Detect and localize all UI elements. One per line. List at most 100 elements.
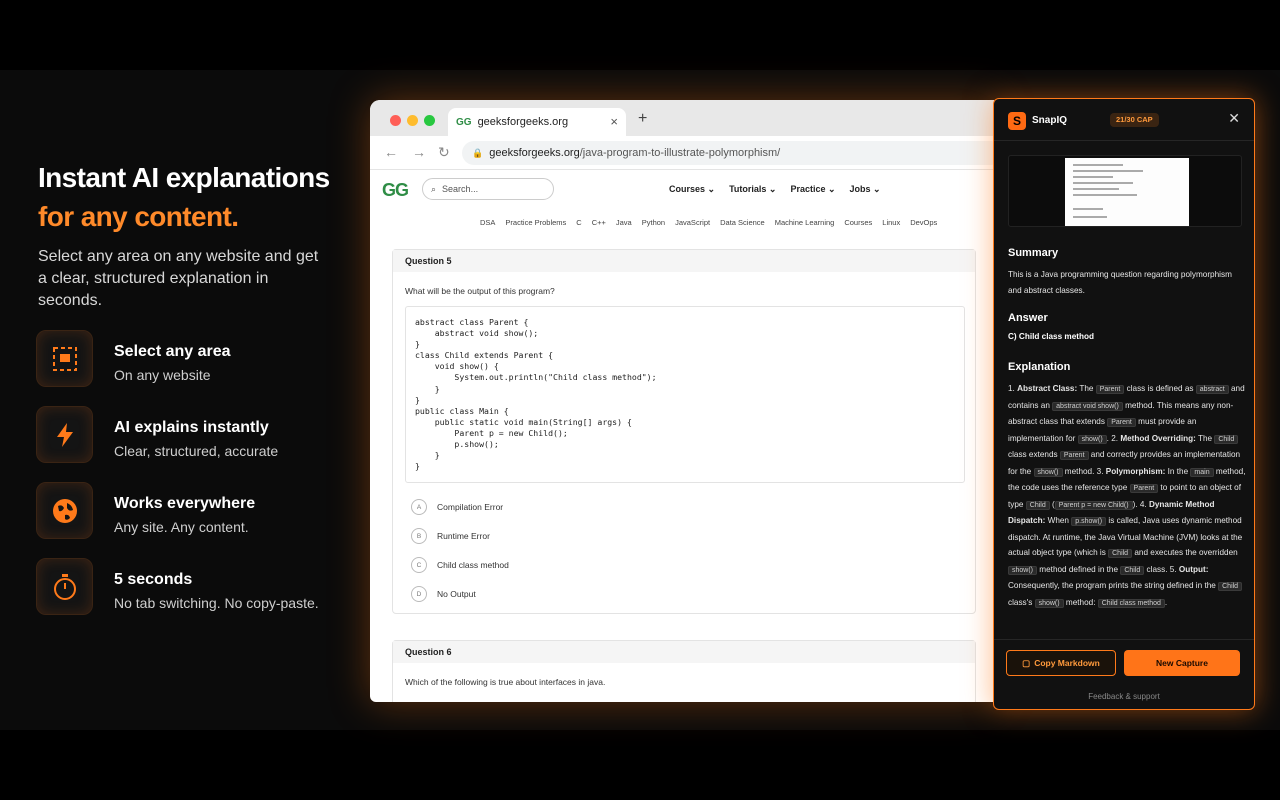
browser-window: GG geeksforgeeks.org × + ← → ↻ 🔒 geeksfo… <box>370 100 994 702</box>
option-b[interactable]: B Runtime Error <box>393 528 975 557</box>
feature-subtitle: On any website <box>114 367 211 383</box>
hero-title: Instant AI explanations for any content. <box>38 158 358 236</box>
menu-courses[interactable]: Courses <box>669 184 715 195</box>
question-text: What will be the output of this program? <box>405 286 555 296</box>
usage-cap-badge: 21/30 CAP <box>1110 113 1159 127</box>
site-menu: Courses Tutorials Practice Jobs <box>669 184 881 195</box>
feature-title: 5 seconds <box>114 571 193 588</box>
search-icon: ⌕ <box>431 183 437 194</box>
subnav-item[interactable]: C++ <box>592 218 606 227</box>
question-header: Question 6 <box>393 641 975 663</box>
code-block: abstract class Parent { abstract void sh… <box>405 306 965 484</box>
feature-five-seconds: 5 seconds No tab switching. No copy-past… <box>36 558 356 634</box>
site-search-input[interactable]: ⌕ Search... <box>422 178 554 200</box>
tab-title: geeksforgeeks.org <box>477 116 569 128</box>
close-icon[interactable]: ✕ <box>1228 110 1240 127</box>
explanation-text: 1. Abstract Class: The Parent class is d… <box>1008 384 1246 608</box>
copy-markdown-label: Copy Markdown <box>1034 658 1100 668</box>
question-card: Question 6 Which of the following is tru… <box>392 640 976 702</box>
option-label: Compilation Error <box>437 502 504 513</box>
subnav-item[interactable]: Python <box>642 218 665 227</box>
subnav: DSA Practice Problems C C++ Java Python … <box>480 218 937 227</box>
feature-title: Works everywhere <box>114 495 256 512</box>
new-tab-icon[interactable]: + <box>638 110 647 128</box>
url-path: /java-program-to-illustrate-polymorphism… <box>579 147 781 159</box>
option-label: Child class method <box>437 560 509 571</box>
stopwatch-icon <box>36 558 93 615</box>
capture-thumbnail[interactable] <box>1008 155 1242 227</box>
subnav-item[interactable]: Data Science <box>720 218 765 227</box>
subnav-item[interactable]: Linux <box>882 218 900 227</box>
option-label: No Output <box>437 589 476 600</box>
question-card: Question 5 What will be the output of th… <box>392 249 976 614</box>
site-header: GG ⌕ Search... Courses Tutorials Practic… <box>370 170 994 210</box>
forward-icon[interactable]: → <box>412 144 426 160</box>
subnav-item[interactable]: Machine Learning <box>775 218 835 227</box>
menu-jobs[interactable]: Jobs <box>850 184 881 195</box>
minimize-window-dot[interactable] <box>407 115 418 126</box>
feedback-link[interactable]: Feedback & support <box>994 692 1254 701</box>
subnav-item[interactable]: Java <box>616 218 632 227</box>
feature-ai-explains: AI explains instantly Clear, structured,… <box>36 406 356 482</box>
clipboard-icon: ▢ <box>1022 657 1031 668</box>
back-icon[interactable]: ← <box>384 144 398 160</box>
question-header: Question 5 <box>393 250 975 272</box>
globe-icon <box>36 482 93 539</box>
summary-text: This is a Java programming question rega… <box>1008 270 1232 295</box>
new-capture-button[interactable]: New Capture <box>1124 650 1240 676</box>
subnav-item[interactable]: JavaScript <box>675 218 710 227</box>
address-bar[interactable]: 🔒 geeksforgeeks.org/java-program-to-illu… <box>462 141 994 165</box>
thumbnail-page <box>1065 158 1189 226</box>
menu-tutorials[interactable]: Tutorials <box>729 184 776 195</box>
subnav-item[interactable]: DevOps <box>910 218 937 227</box>
feature-title: Select any area <box>114 343 231 360</box>
feature-title: AI explains instantly <box>114 419 269 436</box>
option-c[interactable]: C Child class method <box>393 557 975 586</box>
tab-bar: GG geeksforgeeks.org × + <box>370 100 994 136</box>
panel-body: Summary This is a Java programming quest… <box>1008 247 1246 625</box>
answer-heading: Answer <box>1008 312 1048 324</box>
subnav-item[interactable]: Courses <box>844 218 872 227</box>
close-tab-icon[interactable]: × <box>610 114 618 129</box>
lightning-icon <box>36 406 93 463</box>
url-domain: geeksforgeeks.org <box>489 147 580 159</box>
subnav-item[interactable]: DSA <box>480 218 495 227</box>
hero: Instant AI explanations for any content.… <box>38 158 358 312</box>
hero-title-accent: for any content. <box>38 201 239 232</box>
answer-text: C) Child class method <box>1008 332 1094 341</box>
option-d[interactable]: D No Output <box>393 586 975 615</box>
panel-header: S SnapIQ 21/30 CAP ✕ <box>994 99 1254 141</box>
hero-title-line1: Instant AI explanations <box>38 162 330 193</box>
option-letter: A <box>411 499 427 516</box>
gfg-favicon-icon: GG <box>456 116 472 128</box>
reload-icon[interactable]: ↻ <box>438 144 450 161</box>
close-window-dot[interactable] <box>390 115 401 126</box>
question-text: Which of the following is true about int… <box>405 677 606 687</box>
option-letter: C <box>411 557 427 574</box>
lock-icon: 🔒 <box>472 147 484 158</box>
maximize-window-dot[interactable] <box>424 115 435 126</box>
feature-subtitle: Any site. Any content. <box>114 519 249 535</box>
feature-works-everywhere: Works everywhere Any site. Any content. <box>36 482 356 558</box>
option-a[interactable]: A Compilation Error <box>393 499 975 528</box>
snapiq-logo-icon: S <box>1008 112 1026 130</box>
option-letter: B <box>411 528 427 545</box>
subnav-item[interactable]: C <box>576 218 581 227</box>
summary-heading: Summary <box>1008 247 1059 259</box>
panel-footer: ▢ Copy Markdown New Capture Feedback & s… <box>994 639 1254 709</box>
option-label: Runtime Error <box>437 531 490 542</box>
browser-tab[interactable]: GG geeksforgeeks.org × <box>448 108 626 136</box>
feature-subtitle: Clear, structured, accurate <box>114 443 279 459</box>
gfg-logo[interactable]: GG <box>382 180 409 201</box>
menu-practice[interactable]: Practice <box>790 184 835 195</box>
hero-subtitle: Select any area on any website and get a… <box>38 248 319 309</box>
subnav-item[interactable]: Practice Problems <box>505 218 566 227</box>
feature-subtitle: No tab switching. No copy-paste. <box>114 595 319 611</box>
panel-title: SnapIQ <box>1032 115 1068 126</box>
feature-list: Select any area On any website AI explai… <box>36 330 356 634</box>
search-placeholder: Search... <box>442 184 479 194</box>
snapiq-panel: S SnapIQ 21/30 CAP ✕ Summary This is a J… <box>993 98 1255 710</box>
selection-icon <box>36 330 93 387</box>
copy-markdown-button[interactable]: ▢ Copy Markdown <box>1006 650 1116 676</box>
address-bar-row: ← → ↻ 🔒 geeksforgeeks.org/java-program-t… <box>370 136 994 170</box>
